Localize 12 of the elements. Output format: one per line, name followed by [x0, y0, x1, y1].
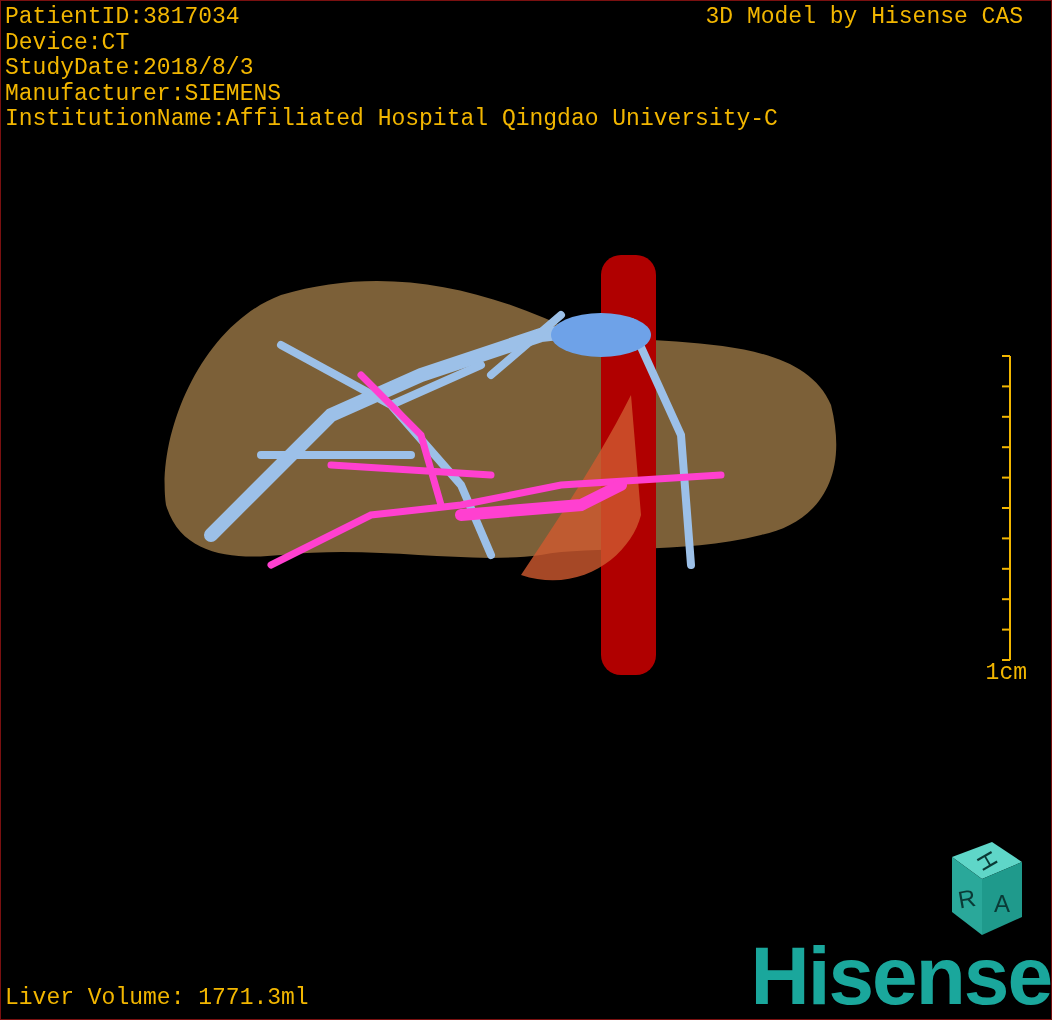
logo-text: Hisense: [750, 941, 1051, 1019]
viewer-title: 3D Model by Hisense CAS: [705, 5, 1024, 31]
axis-label: A: [994, 890, 1010, 917]
info-text: Device:CT: [5, 30, 131, 56]
axis-label: H: [971, 846, 1004, 875]
info-text: StudyDate:2018/8/3: [5, 56, 255, 82]
liver-volume-label: Liver Volume: 1771.3ml: [4, 985, 309, 1013]
info-text: PatientID:3817034: [5, 5, 240, 31]
axis-label: R: [956, 883, 978, 914]
scale-label: 1cm: [985, 660, 1027, 686]
info-text: InstitutionName:Affiliated Hospital Qingdao University-C: [5, 107, 779, 133]
info-text: Manufacturer:SIEMENS: [5, 81, 283, 107]
